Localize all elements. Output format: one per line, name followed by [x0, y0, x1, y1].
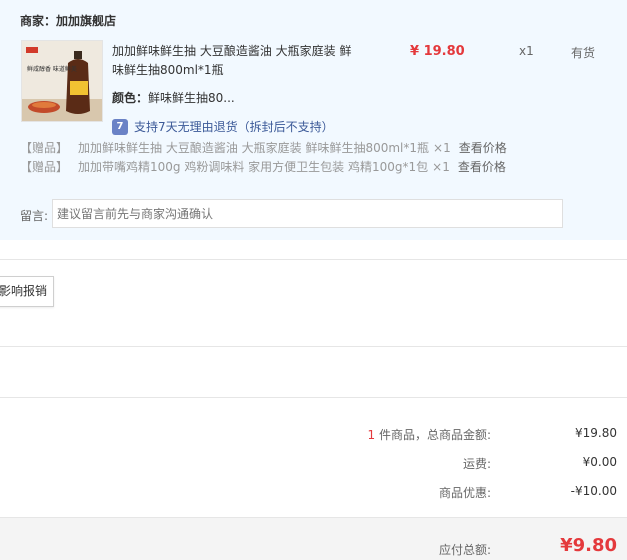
product-image-icon: 鲜咸醇香 味道鲜美: [22, 41, 102, 121]
total-bar: 应付总额: ¥9.80: [0, 517, 627, 560]
product-title[interactable]: 加加鲜味鲜生抽 大豆酿造酱油 大瓶家庭装 鲜 味鲜生抽800ml*1瓶: [112, 42, 362, 80]
memo-input[interactable]: [52, 199, 563, 228]
gift-name: 加加鲜味鲜生抽 大豆酿造酱油 大瓶家庭装 鲜味鲜生抽800ml*1瓶: [78, 141, 430, 155]
view-price-link[interactable]: 查看价格: [459, 141, 507, 155]
product-title-line[interactable]: 味鲜生抽800ml*1瓶: [112, 61, 362, 80]
gift-row: 【赠品】 加加鲜味鲜生抽 大豆酿造酱油 大瓶家庭装 鲜味鲜生抽800ml*1瓶 ×1…: [20, 139, 507, 156]
memo-label: 留言:: [20, 209, 49, 223]
color-value: 鲜味鲜生抽80...: [148, 91, 235, 105]
return-policy-text[interactable]: 支持7天无理由退货（拆封后不支持）: [134, 118, 334, 135]
discount-label: 商品优惠:: [438, 486, 491, 500]
items-total-value: ¥19.80: [575, 426, 617, 440]
order-block: 商家：加加旗舰店 鲜咸醇香 味道鲜美 加加鲜味鲜生抽 大豆酿造酱油 大瓶家庭装 …: [0, 0, 627, 240]
invoice-option-button[interactable]: 影响报销: [0, 276, 54, 307]
product-thumbnail[interactable]: 鲜咸醇香 味道鲜美: [21, 40, 103, 122]
product-title-line[interactable]: 加加鲜味鲜生抽 大豆酿造酱油 大瓶家庭装 鲜: [112, 42, 362, 61]
gift-tag: 【赠品】: [20, 160, 69, 174]
items-total-label: 1 件商品，总商品金额:: [368, 426, 492, 443]
color-label: 颜色：: [112, 91, 149, 105]
return-policy[interactable]: 7 支持7天无理由退货（拆封后不支持）: [112, 118, 334, 135]
view-price-link[interactable]: 查看价格: [458, 160, 506, 174]
divider: [0, 346, 627, 347]
shipping-label: 运费:: [462, 457, 491, 471]
return-policy-icon: 7: [112, 118, 128, 135]
product-color: 颜色：鲜味鲜生抽80...: [112, 89, 235, 106]
seller-name: 商家：加加旗舰店: [20, 14, 117, 28]
stock-status: 有货: [571, 46, 596, 60]
gift-quantity: ×1: [433, 141, 451, 155]
total-label: 应付总额:: [438, 543, 491, 557]
divider: [0, 259, 627, 260]
thumb-caption: 鲜咸醇香 味道鲜美: [27, 65, 77, 73]
item-count: 1: [367, 428, 376, 442]
discount-value: -¥10.00: [570, 484, 617, 498]
shipping-value: ¥0.00: [582, 455, 617, 469]
divider: [0, 397, 627, 398]
gift-name: 加加带嘴鸡精100g 鸡粉调味料 家用方便卫生包装 鸡精100g*1包: [78, 160, 429, 174]
gift-quantity: ×1: [432, 160, 450, 174]
gift-tag: 【赠品】: [20, 141, 69, 155]
gift-row: 【赠品】 加加带嘴鸡精100g 鸡粉调味料 家用方便卫生包装 鸡精100g*1包 ×…: [20, 158, 506, 175]
total-value: ¥9.80: [560, 535, 617, 556]
product-quantity: x1: [519, 44, 534, 58]
product-price: ¥ 19.80: [410, 44, 465, 59]
items-label-text: 件商品，总商品金额:: [375, 428, 491, 442]
